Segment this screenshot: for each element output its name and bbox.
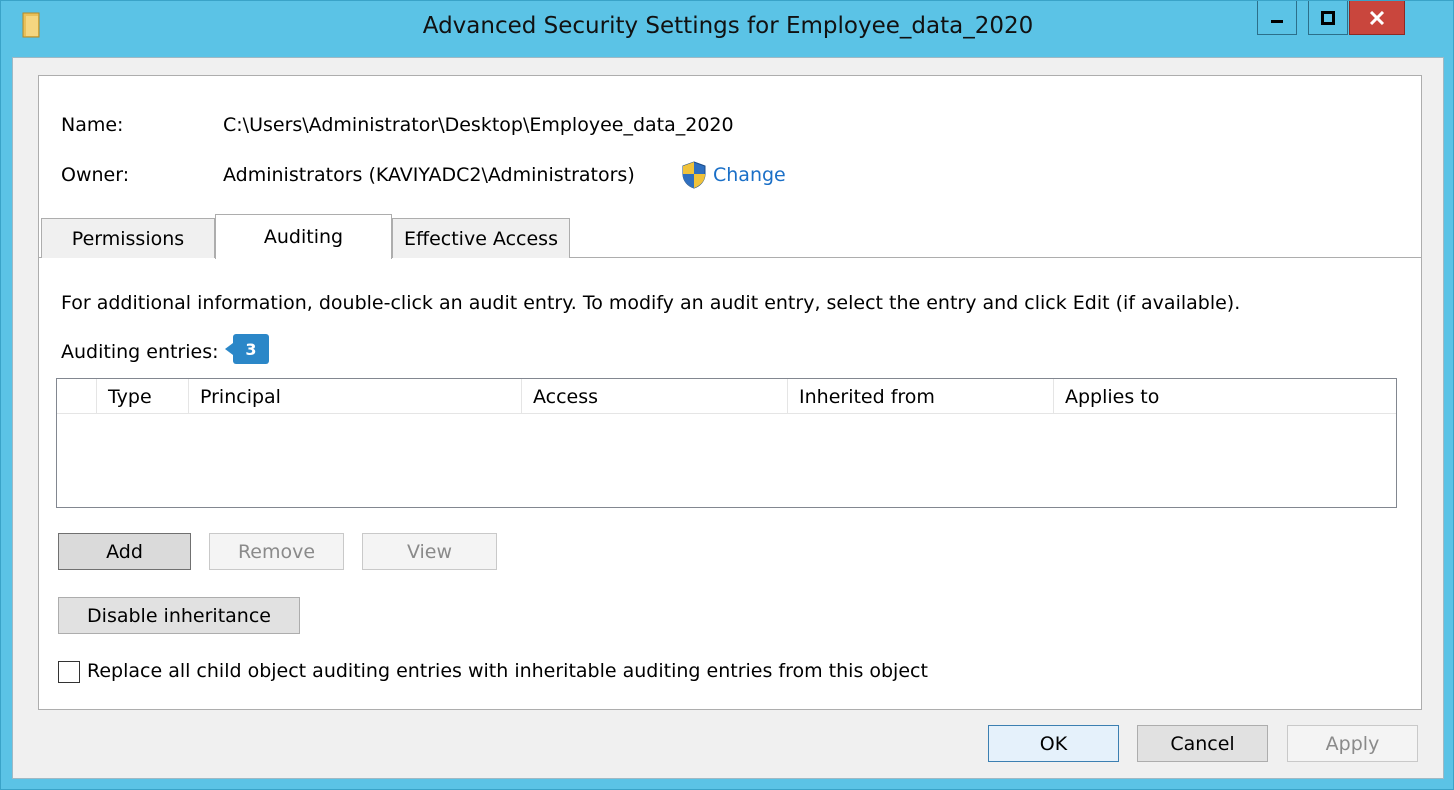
minimize-icon (1271, 19, 1283, 23)
replace-child-entries-checkbox[interactable] (58, 661, 80, 683)
security-settings-window: Advanced Security Settings for Employee_… (0, 0, 1454, 790)
column-header-principal[interactable]: Principal (189, 379, 522, 414)
replace-child-entries-label: Replace all child object auditing entrie… (87, 660, 928, 682)
cancel-button[interactable]: Cancel (1137, 725, 1268, 762)
dialog-client-area: Name: C:\Users\Administrator\Desktop\Emp… (12, 57, 1444, 779)
auditing-info-text: For additional information, double-click… (61, 292, 1241, 314)
ok-button[interactable]: OK (988, 725, 1119, 762)
uac-shield-icon (681, 161, 707, 194)
disable-inheritance-button[interactable]: Disable inheritance (58, 597, 300, 634)
add-button[interactable]: Add (58, 533, 191, 570)
owner-label: Owner: (61, 164, 130, 186)
tab-permissions[interactable]: Permissions (41, 218, 215, 258)
auditing-entries-list[interactable]: Type Principal Access Inherited from App… (56, 378, 1397, 508)
window-title: Advanced Security Settings for Employee_… (422, 13, 1034, 39)
close-button[interactable] (1349, 1, 1405, 35)
name-value: C:\Users\Administrator\Desktop\Employee_… (223, 114, 734, 136)
tab-effective-access[interactable]: Effective Access (392, 218, 570, 258)
maximize-icon (1321, 10, 1335, 25)
change-owner-link[interactable]: Change (713, 164, 786, 186)
column-header-access[interactable]: Access (522, 379, 788, 414)
apply-button[interactable]: Apply (1287, 725, 1418, 762)
tab-auditing[interactable]: Auditing (215, 214, 392, 259)
settings-panel: Name: C:\Users\Administrator\Desktop\Emp… (38, 75, 1422, 710)
owner-value: Administrators (KAVIYADC2\Administrators… (223, 164, 635, 186)
column-header-applies-to[interactable]: Applies to (1054, 379, 1396, 414)
column-header-icon[interactable] (57, 379, 97, 414)
minimize-button[interactable] (1257, 1, 1297, 35)
column-header-inherited-from[interactable]: Inherited from (788, 379, 1054, 414)
step-badge: 3 (225, 334, 269, 364)
name-label: Name: (61, 114, 124, 136)
column-header-type[interactable]: Type (97, 379, 189, 414)
view-button[interactable]: View (362, 533, 497, 570)
close-icon (1369, 10, 1385, 25)
remove-button[interactable]: Remove (209, 533, 344, 570)
list-header: Type Principal Access Inherited from App… (57, 379, 1396, 414)
maximize-button[interactable] (1308, 1, 1348, 35)
auditing-entries-label: Auditing entries: (61, 341, 219, 363)
title-bar[interactable]: Advanced Security Settings for Employee_… (1, 1, 1453, 57)
